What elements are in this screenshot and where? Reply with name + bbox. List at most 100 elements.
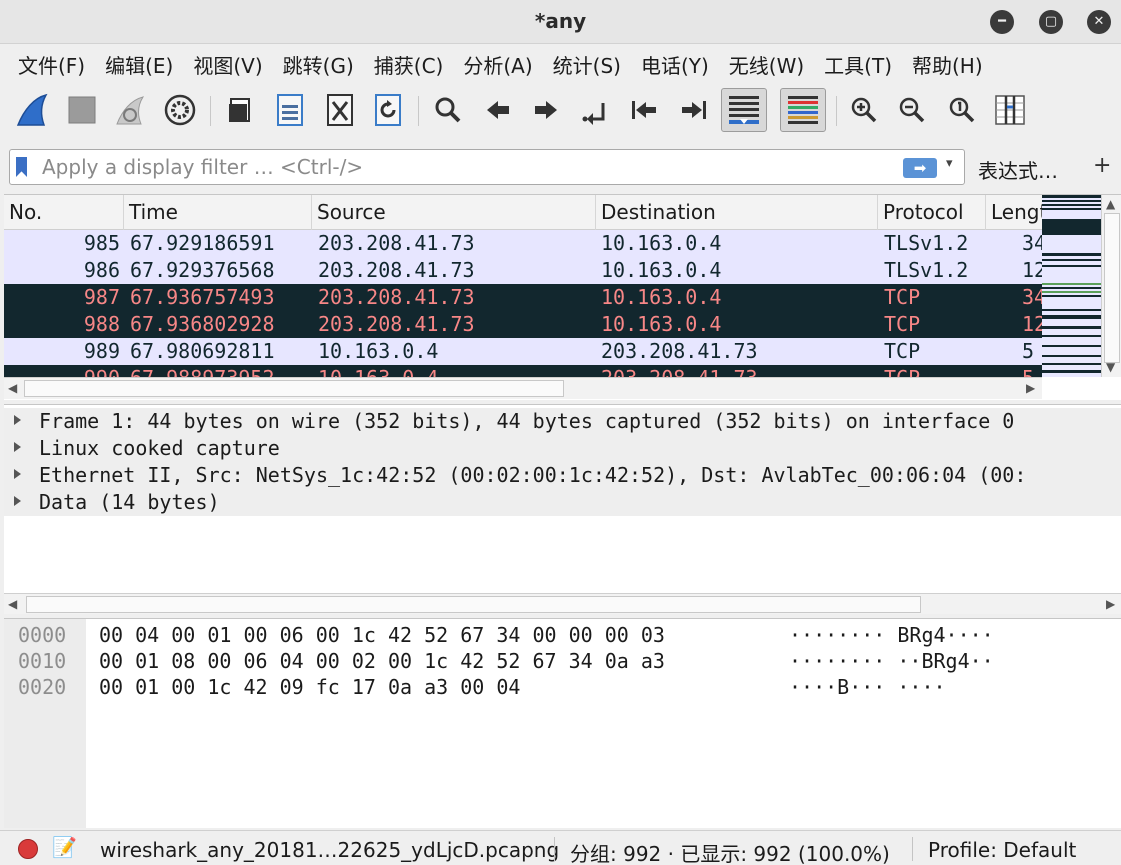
packet-list[interactable]: No. Time Source Destination Protocol Len… [4, 194, 1121, 400]
detail-tree-item[interactable]: Linux cooked capture [4, 435, 1121, 462]
zoom-normal-icon [949, 97, 975, 123]
packet-row[interactable]: 989 67.980692811 10.163.0.4 203.208.41.7… [4, 338, 1042, 365]
menu-help[interactable]: 帮助(H) [902, 50, 993, 79]
scroll-right-icon[interactable]: ▶ [1026, 381, 1035, 395]
scrollbar-thumb[interactable] [26, 596, 921, 613]
open-file-button[interactable] [220, 90, 260, 130]
go-to-packet-button[interactable] [576, 90, 616, 130]
packet-source: 203.208.41.73 [318, 231, 475, 255]
packet-minimap[interactable] [1042, 195, 1101, 377]
resize-columns-button[interactable] [990, 90, 1030, 130]
menu-tools[interactable]: 工具(T) [814, 50, 902, 79]
hex-dump[interactable]: 00 04 00 01 00 06 00 1c 42 52 67 34 00 0… [99, 623, 665, 647]
bookmark-icon[interactable] [16, 157, 27, 177]
auto-scroll-button[interactable] [721, 88, 767, 132]
go-forward-icon [535, 101, 557, 119]
menu-file[interactable]: 文件(F) [8, 50, 95, 79]
scrollbar-thumb[interactable] [1104, 213, 1120, 363]
start-capture-button[interactable] [12, 90, 52, 130]
ascii-dump[interactable]: ········ ··BRg4·· [789, 649, 994, 673]
expand-arrow-icon[interactable] [14, 496, 21, 506]
menu-analyze[interactable]: 分析(A) [453, 50, 542, 79]
detail-tree-item[interactable]: Ethernet II, Src: NetSys_1c:42:52 (00:02… [4, 462, 1121, 489]
hex-dump[interactable]: 00 01 08 00 06 04 00 02 00 1c 42 52 67 3… [99, 649, 665, 673]
maximize-button[interactable]: ▢ [1039, 10, 1063, 34]
expand-arrow-icon[interactable] [14, 415, 21, 425]
stop-capture-icon [68, 96, 96, 124]
go-back-button[interactable] [478, 90, 518, 130]
zoom-in-button[interactable] [844, 90, 884, 130]
capture-options-button[interactable] [160, 90, 200, 130]
profile-selector[interactable]: Profile: Default [928, 838, 1076, 862]
column-header-destination[interactable]: Destination [596, 195, 878, 230]
display-filter-input[interactable]: Apply a display filter … <Ctrl-/> ➡ ▾ [9, 149, 965, 185]
packet-list-horizontal-scrollbar[interactable]: ◀ ▶ [4, 377, 1042, 399]
menu-view[interactable]: 视图(V) [183, 50, 272, 79]
go-last-packet-icon [682, 101, 706, 119]
hex-dump[interactable]: 00 01 00 1c 42 09 fc 17 0a a3 00 04 [99, 675, 520, 699]
packet-bytes[interactable]: 0000 00 04 00 01 00 06 00 1c 42 52 67 34… [4, 618, 1121, 828]
restart-capture-button[interactable] [110, 90, 150, 130]
stop-capture-button[interactable] [62, 90, 102, 130]
save-file-button[interactable] [270, 90, 310, 130]
scroll-left-icon[interactable]: ◀ [8, 597, 17, 611]
minimize-button[interactable]: ━ [990, 10, 1014, 34]
expand-arrow-icon[interactable] [14, 442, 21, 452]
packet-length: 5 [1022, 339, 1035, 363]
column-header-length[interactable]: Length [986, 195, 1042, 230]
column-header-time[interactable]: Time [124, 195, 312, 230]
status-bar: 📝 wireshark_any_20181…22625_ydLjcD.pcapn… [0, 830, 1121, 865]
open-file-icon [229, 98, 250, 122]
packet-row[interactable]: 990 67.988973952 10.163.0.4 203.208.41.7… [4, 365, 1042, 377]
packet-details[interactable]: Frame 1: 44 bytes on wire (352 bits), 44… [4, 404, 1121, 614]
packet-row[interactable]: 987 67.936757493 203.208.41.73 10.163.0.… [4, 284, 1042, 311]
packet-destination: 203.208.41.73 [601, 339, 758, 363]
detail-tree-item[interactable]: Data (14 bytes) [4, 489, 1121, 516]
menu-telephony[interactable]: 电话(Y) [631, 50, 719, 79]
menu-statistics[interactable]: 统计(S) [543, 50, 631, 79]
packet-destination: 203.208.41.73 [601, 366, 758, 377]
zoom-out-button[interactable] [892, 90, 932, 130]
colorize-button[interactable] [780, 88, 826, 132]
close-button[interactable]: ✕ [1087, 10, 1111, 34]
capture-comment-icon[interactable]: 📝 [52, 835, 77, 859]
zoom-in-icon [851, 97, 877, 123]
packet-row[interactable]: 985 67.929186591 203.208.41.73 10.163.0.… [4, 230, 1042, 257]
menu-wireless[interactable]: 无线(W) [719, 50, 814, 79]
column-header-no[interactable]: No. [4, 195, 124, 230]
packet-source: 10.163.0.4 [318, 366, 438, 377]
close-file-button[interactable] [320, 90, 360, 130]
filter-history-dropdown[interactable]: ▾ [946, 156, 953, 171]
menu-edit[interactable]: 编辑(E) [95, 50, 183, 79]
apply-filter-button[interactable]: ➡ [903, 158, 937, 178]
add-filter-button[interactable]: + [1093, 153, 1111, 178]
scroll-right-icon[interactable]: ▶ [1106, 597, 1115, 611]
expand-arrow-icon[interactable] [14, 469, 21, 479]
close-icon: ✕ [1093, 14, 1105, 29]
zoom-normal-button[interactable] [942, 90, 982, 130]
detail-tree-item[interactable]: Frame 1: 44 bytes on wire (352 bits), 44… [4, 408, 1121, 435]
column-header-source[interactable]: Source [312, 195, 596, 230]
go-forward-button[interactable] [526, 90, 566, 130]
minimize-icon: ━ [998, 14, 1006, 29]
details-horizontal-scrollbar[interactable]: ◀ ▶ [4, 593, 1121, 614]
packet-row[interactable]: 988 67.936802928 203.208.41.73 10.163.0.… [4, 311, 1042, 338]
scroll-left-icon[interactable]: ◀ [8, 381, 17, 395]
packet-list-vertical-scrollbar[interactable]: ▲ ▼ [1101, 195, 1121, 377]
go-last-packet-button[interactable] [674, 90, 714, 130]
menu-go[interactable]: 跳转(G) [273, 50, 364, 79]
scrollbar-thumb[interactable] [24, 380, 564, 397]
scroll-up-icon[interactable]: ▲ [1106, 197, 1115, 211]
ascii-dump[interactable]: ····B··· ···· [789, 675, 946, 699]
expression-button[interactable]: 表达式… [978, 155, 1058, 184]
packet-time: 67.936757493 [130, 285, 275, 309]
packet-row[interactable]: 986 67.929376568 203.208.41.73 10.163.0.… [4, 257, 1042, 284]
column-header-protocol[interactable]: Protocol [878, 195, 986, 230]
reload-file-button[interactable] [368, 90, 408, 130]
ascii-dump[interactable]: ········ BRg4···· [789, 623, 994, 647]
scroll-down-icon[interactable]: ▼ [1106, 360, 1115, 374]
expert-info-indicator-icon[interactable] [18, 839, 38, 859]
menu-capture[interactable]: 捕获(C) [364, 50, 454, 79]
find-packet-button[interactable] [428, 90, 468, 130]
go-first-packet-button[interactable] [624, 90, 664, 130]
